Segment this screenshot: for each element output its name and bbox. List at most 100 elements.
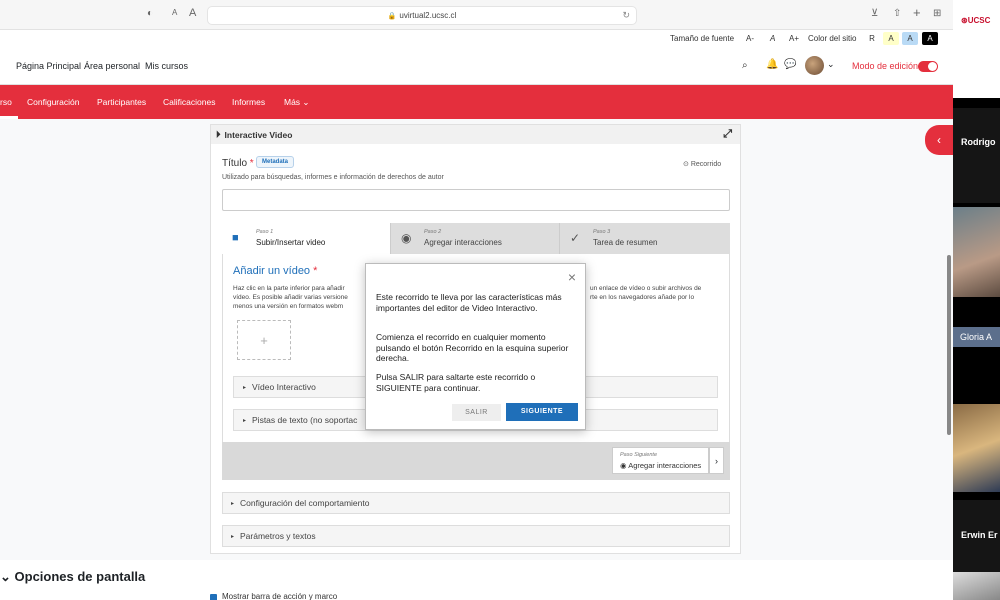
fullscreen-icon[interactable]: ⤢ <box>723 128 732 141</box>
caret-right-icon: ▸ <box>231 500 235 507</box>
color-blue-button[interactable]: A <box>902 32 918 45</box>
editor-header: ⏵ Interactive Video ⤢ <box>211 125 740 144</box>
participant-tile: Rodrigo <box>953 108 1000 203</box>
course-nav-more[interactable]: Más ⌄ <box>284 97 310 108</box>
ucsc-tile: ⊛UCSC <box>953 0 1000 98</box>
behaviour-settings-section[interactable]: ▸ Configuración del comportamiento <box>222 492 730 514</box>
section-label: Parámetros y textos <box>240 531 316 541</box>
title-input[interactable] <box>222 189 730 211</box>
next-step-button[interactable]: Paso Siguiente ◉ Agregar interacciones <box>612 447 709 474</box>
participant-name: Rodrigo <box>961 137 996 147</box>
step-number: Paso 2 <box>424 229 442 235</box>
participant-tile: Erwin Er <box>953 500 1000 572</box>
ucsc-logo: ⊛UCSC <box>961 16 991 25</box>
color-dark-button[interactable]: A <box>922 32 938 45</box>
participant-name: Erwin Er <box>961 530 998 540</box>
metadata-button[interactable]: Metadata <box>256 156 295 168</box>
section-label: Configuración del comportamiento <box>240 498 370 508</box>
screen-options-toggle[interactable]: ⌄ Opciones de pantalla <box>0 569 145 585</box>
title-label: Título * <box>222 158 254 169</box>
reload-icon[interactable]: ↻ <box>622 10 630 21</box>
user-menu-chevron[interactable]: ⌄ <box>827 59 835 70</box>
participant-video <box>953 404 1000 492</box>
privacy-icon[interactable]: ◐ <box>147 8 153 19</box>
download-icon[interactable]: ⊻ <box>871 8 878 19</box>
nav-home[interactable]: Página Principal <box>16 61 81 71</box>
section-label: Pistas de texto (no soportac <box>252 415 358 425</box>
action-bar-label: Mostrar barra de acción y marco <box>222 592 338 600</box>
add-video-upload-button[interactable]: + <box>237 320 291 360</box>
course-nav-grades[interactable]: Calificaciones <box>163 97 215 107</box>
course-nav-course[interactable]: rso <box>0 97 12 107</box>
check-circle-icon: ✓ <box>570 231 581 245</box>
bell-icon[interactable]: 🔔 <box>766 59 778 70</box>
tabs-overview-icon[interactable]: ⊞ <box>933 8 941 19</box>
course-navbar: rso Configuración Participantes Califica… <box>0 85 953 119</box>
drawer-toggle-button[interactable]: ‹ <box>925 125 953 155</box>
step-2-tab[interactable]: ◉ Paso 2 Agregar interacciones <box>391 223 560 254</box>
step-title: Agregar interacciones <box>424 238 502 247</box>
participant-video <box>953 207 1000 297</box>
tour-instructions-text: Pulsa SALIR para saltarte este recorrido… <box>376 372 536 393</box>
font-decrease-button[interactable]: A- <box>746 34 754 43</box>
share-icon[interactable]: ⇧ <box>893 8 901 19</box>
section-label: Vídeo Interactivo <box>252 382 316 392</box>
skip-tour-button[interactable]: SALIR <box>452 404 501 421</box>
tour-button[interactable]: ⊙ Recorrido <box>683 160 721 168</box>
address-bar[interactable]: 🔒 uvirtual2.ucsc.cl ↻ <box>207 6 637 25</box>
course-nav-participants[interactable]: Participantes <box>97 97 146 107</box>
caret-right-icon: ▸ <box>243 417 247 424</box>
avatar[interactable] <box>805 56 824 75</box>
course-nav-reports[interactable]: Informes <box>232 97 265 107</box>
new-tab-icon[interactable]: + <box>913 5 921 20</box>
color-yellow-button[interactable]: A <box>883 32 899 45</box>
search-icon[interactable]: ⌕ <box>742 60 748 71</box>
action-bar-checkbox[interactable] <box>210 594 217 600</box>
title-help-text: Utilizado para búsquedas, informes e inf… <box>222 174 444 181</box>
site-color-label: Color del sitio <box>808 34 857 43</box>
step-number: Paso 1 <box>256 229 274 235</box>
browser-toolbar: ◐ A A 🔒 uvirtual2.ucsc.cl ↻ ⊻ ⇧ + ⊞ <box>0 0 953 30</box>
font-smaller-button[interactable]: A <box>172 8 177 17</box>
step-title: Subir/Insertar video <box>256 238 326 247</box>
participant-video <box>953 572 1000 600</box>
scrollbar[interactable] <box>947 255 951 435</box>
url-text: uvirtual2.ucsc.cl <box>399 11 457 20</box>
step-3-tab[interactable]: ✓ Paso 3 Tarea de resumen <box>560 223 730 254</box>
play-circle-icon: ⏵ <box>216 129 221 139</box>
main-navbar: Página Principal Área personal Mis curso… <box>0 47 953 85</box>
edit-mode-toggle[interactable] <box>918 61 938 72</box>
nav-dashboard[interactable]: Área personal <box>84 61 140 71</box>
add-video-description-cont: un enlace de vídeo o subir archivos de r… <box>590 285 702 301</box>
caret-right-icon: ▸ <box>231 533 235 540</box>
tour-intro-text: Este recorrido te lleva por las caracter… <box>376 292 562 313</box>
video-camera-icon: ■ <box>232 232 239 244</box>
accessibility-bar: Tamaño de fuente A- A A+ Color del sitio… <box>0 30 953 47</box>
font-larger-button[interactable]: A <box>189 7 196 19</box>
step-1-tab[interactable]: ■ Paso 1 Subir/Insertar video <box>222 223 391 254</box>
course-nav-settings[interactable]: Configuración <box>27 97 79 107</box>
edit-mode-label: Modo de edición <box>852 61 919 71</box>
step-title: Tarea de resumen <box>593 238 658 247</box>
next-step-label: Paso Siguiente <box>620 452 657 458</box>
nav-my-courses[interactable]: Mis cursos <box>145 61 188 71</box>
tour-dialog: × Este recorrido te lleva por las caract… <box>365 263 586 430</box>
next-tour-button[interactable]: SIGUIENTE <box>506 403 578 421</box>
font-size-label: Tamaño de fuente <box>670 34 735 43</box>
participant-name: Gloria A <box>960 332 993 342</box>
add-video-description: Haz clic en la parte inferior para añadi… <box>233 285 348 310</box>
caret-right-icon: ▸ <box>243 384 247 391</box>
next-step-arrow[interactable]: › <box>709 447 724 474</box>
participant-label-bar: Gloria A <box>953 327 1000 347</box>
close-icon[interactable]: × <box>568 269 576 285</box>
interactions-icon: ◉ <box>401 231 412 245</box>
font-normal-button[interactable]: A <box>770 34 775 43</box>
lock-icon: 🔒 <box>387 12 397 20</box>
font-increase-button[interactable]: A+ <box>789 34 799 43</box>
add-video-heading: Añadir un vídeo * <box>233 265 318 277</box>
step-number: Paso 3 <box>593 229 611 235</box>
next-step-title: ◉ Agregar interacciones <box>620 461 702 470</box>
params-texts-section[interactable]: ▸ Parámetros y textos <box>222 525 730 547</box>
color-reset-button[interactable]: R <box>864 32 880 45</box>
chat-icon[interactable]: 💬 <box>784 59 796 70</box>
